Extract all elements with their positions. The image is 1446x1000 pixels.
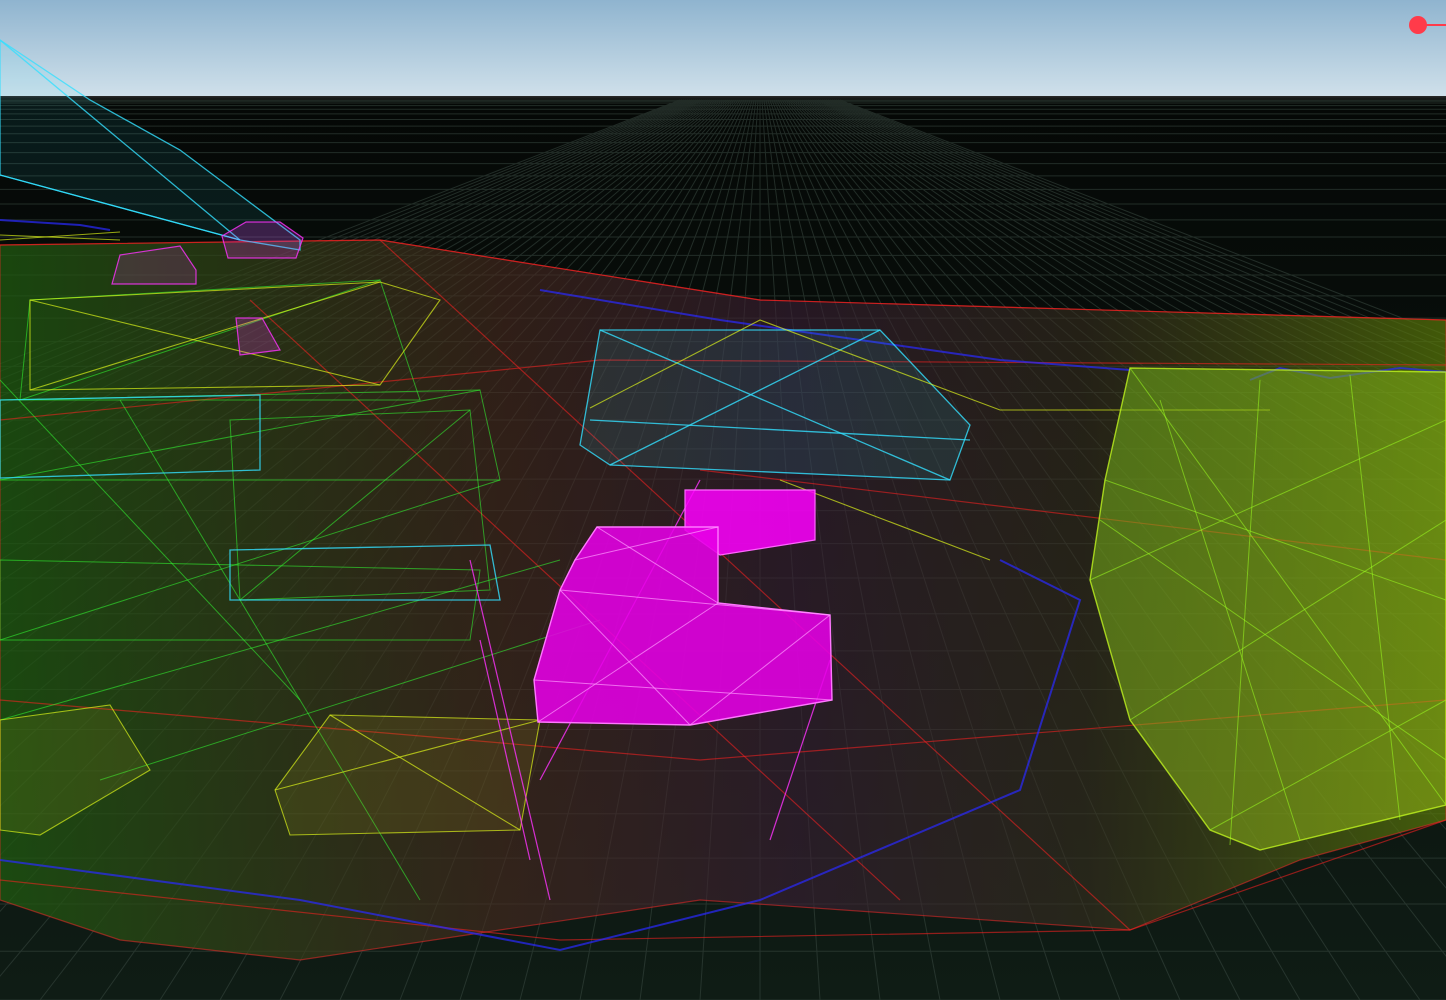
wireframe-scene[interactable] [0,0,1446,1000]
x-axis-gizmo[interactable] [1406,14,1446,36]
3d-viewport[interactable] [0,0,1446,1000]
gizmo-axis-line [1424,24,1446,26]
